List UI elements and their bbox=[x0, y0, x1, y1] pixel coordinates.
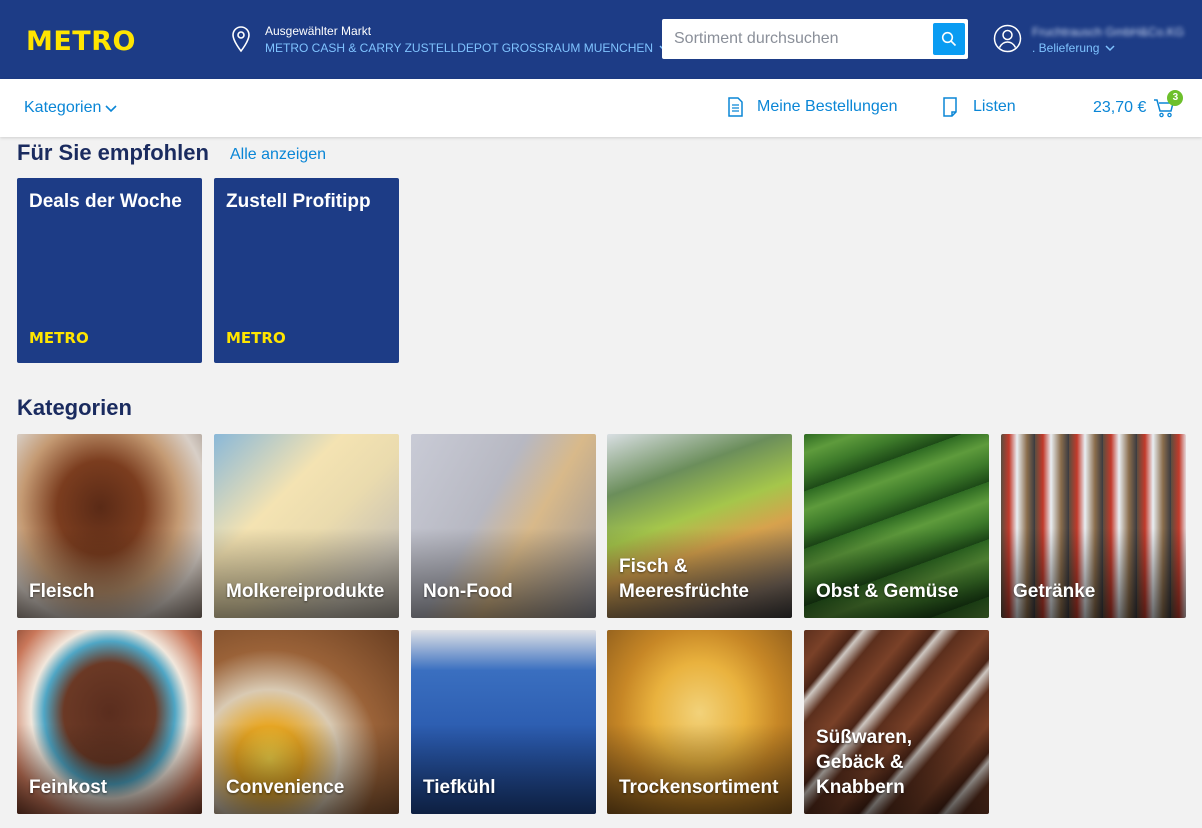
category-tile-trockensortiment[interactable]: Trockensortiment bbox=[607, 630, 792, 814]
cart-button[interactable]: 23,70 € 3 bbox=[1093, 90, 1184, 118]
category-label: Molkereiprodukte bbox=[226, 581, 385, 602]
show-all-link[interactable]: Alle anzeigen bbox=[230, 146, 326, 164]
category-label: Feinkost bbox=[29, 777, 108, 798]
category-label: Getränke bbox=[1013, 581, 1096, 602]
search-bar bbox=[662, 19, 968, 59]
category-label: Trockensortiment bbox=[619, 777, 779, 798]
category-label: Obst & Gemüse bbox=[816, 581, 959, 602]
my-orders-link[interactable]: Meine Bestellungen bbox=[726, 97, 898, 117]
delivery-label: . Belieferung bbox=[1032, 41, 1100, 55]
location-pin-icon[interactable] bbox=[229, 25, 253, 53]
category-tile-feinkost[interactable]: Feinkost bbox=[17, 630, 202, 814]
top-header: METRO Ausgewählter Markt METRO CASH & CA… bbox=[0, 0, 1202, 79]
lists-link[interactable]: Listen bbox=[942, 97, 1016, 117]
category-tile-fleisch[interactable]: Fleisch bbox=[17, 434, 202, 618]
category-label: Tiefkühl bbox=[423, 777, 496, 798]
category-label: Fleisch bbox=[29, 581, 95, 602]
user-name: Fruchtrausch GmbH&Co.KG bbox=[1032, 25, 1185, 39]
category-tile-suesswaren[interactable]: Süßwaren, Gebäck & Knabbern bbox=[804, 630, 989, 814]
promo-card-title: Deals der Woche bbox=[29, 191, 182, 212]
promo-card-title: Zustell Profitipp bbox=[226, 191, 371, 212]
category-tile-non-food[interactable]: Non-Food bbox=[411, 434, 596, 618]
my-orders-label: Meine Bestellungen bbox=[757, 98, 898, 115]
cart-count-badge: 3 bbox=[1167, 90, 1184, 106]
category-tile-obst-gemuese[interactable]: Obst & Gemüse bbox=[804, 434, 989, 618]
category-tile-getraenke[interactable]: Getränke bbox=[1001, 434, 1186, 618]
category-tile-convenience[interactable]: Convenience bbox=[214, 630, 399, 814]
chevron-down-icon bbox=[105, 104, 117, 112]
category-tile-molkereiprodukte[interactable]: Molkereiprodukte bbox=[214, 434, 399, 618]
categories-heading: Kategorien bbox=[17, 395, 132, 420]
user-account-icon[interactable] bbox=[993, 24, 1022, 53]
delivery-selector[interactable]: . Belieferung bbox=[1032, 41, 1115, 55]
recommended-heading: Für Sie empfohlen bbox=[17, 140, 209, 165]
document-icon bbox=[728, 97, 743, 117]
market-name: METRO CASH & CARRY ZUSTELLDEPOT GROSSRAU… bbox=[265, 41, 654, 55]
metro-logo[interactable]: METRO bbox=[26, 26, 136, 57]
promo-card-deals[interactable]: Deals der Woche METRO bbox=[17, 178, 202, 363]
search-button[interactable] bbox=[933, 23, 965, 55]
category-label: Süßwaren, Gebäck & Knabbern bbox=[816, 727, 913, 798]
sub-navigation: Kategorien Meine Bestellungen Listen 23,… bbox=[0, 79, 1202, 137]
category-label: Convenience bbox=[226, 777, 345, 798]
lists-label: Listen bbox=[973, 98, 1016, 115]
search-input[interactable] bbox=[662, 19, 930, 59]
promo-card-profitipp[interactable]: Zustell Profitipp METRO bbox=[214, 178, 399, 363]
categories-menu-label: Kategorien bbox=[24, 99, 102, 116]
chevron-down-icon bbox=[1105, 45, 1115, 52]
category-tile-tiefkuehl[interactable]: Tiefkühl bbox=[411, 630, 596, 814]
search-icon bbox=[941, 31, 957, 47]
metro-logo: METRO bbox=[226, 329, 286, 347]
cart-total: 23,70 € bbox=[1093, 99, 1147, 116]
category-label: Fisch & Meeresfrüchte bbox=[619, 556, 749, 602]
market-selector[interactable]: METRO CASH & CARRY ZUSTELLDEPOT GROSSRAU… bbox=[265, 41, 669, 55]
category-label: Non-Food bbox=[423, 581, 513, 602]
selected-market-label: Ausgewählter Markt bbox=[265, 24, 372, 38]
list-icon bbox=[943, 97, 957, 117]
categories-menu[interactable]: Kategorien bbox=[24, 99, 117, 117]
category-tile-fisch[interactable]: Fisch & Meeresfrüchte bbox=[607, 434, 792, 618]
metro-logo: METRO bbox=[29, 329, 89, 347]
